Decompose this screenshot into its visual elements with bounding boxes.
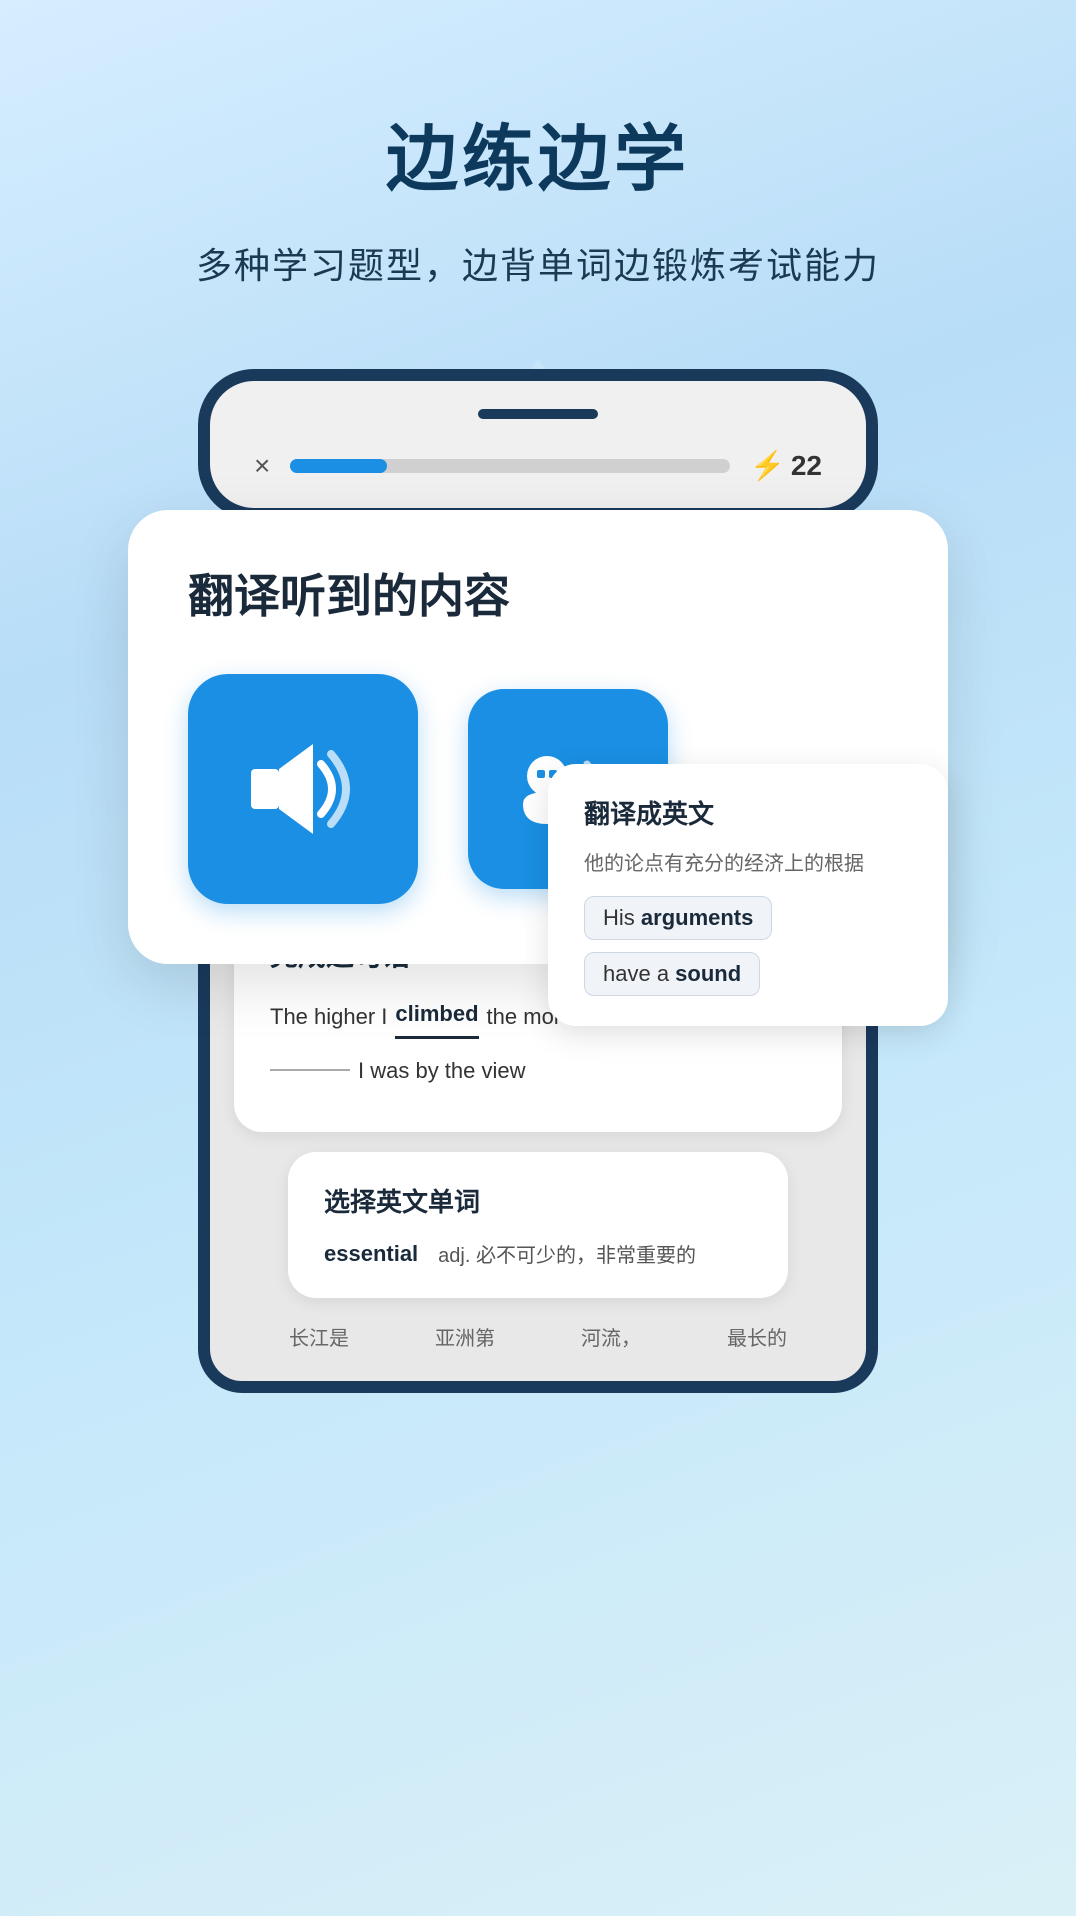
- sentence-underline: [270, 1069, 350, 1071]
- speaker-icon: [243, 739, 363, 839]
- subtitle: 多种学习题型，边背单词边锻炼考试能力: [196, 237, 880, 289]
- close-button[interactable]: ×: [254, 450, 270, 482]
- chip1-prefix: His: [603, 905, 641, 930]
- trans-card-title: 翻译成英文: [584, 794, 912, 831]
- phone-topbar: × ⚡ 22: [238, 439, 838, 492]
- phone-notch: [478, 409, 598, 419]
- sentence-part1: The higher I: [270, 997, 387, 1037]
- trans-subtitle: 他的论点有充分的经济上的根据: [584, 847, 912, 876]
- word-select-word[interactable]: essential: [324, 1241, 418, 1267]
- chip2-prefix: have a: [603, 961, 675, 986]
- progress-bar-container: [290, 459, 730, 473]
- word-chip-sound[interactable]: have a sound: [584, 952, 760, 996]
- strip-word-4: 最长的: [727, 1322, 787, 1351]
- score-area: ⚡ 22: [750, 449, 822, 482]
- chip2-bold: sound: [675, 961, 741, 986]
- word-select-title: 选择英文单词: [324, 1182, 752, 1219]
- word-select-card: 选择英文单词 essential adj. 必不可少的，非常重要的: [288, 1152, 788, 1298]
- translate-card-title: 翻译听到的内容: [188, 560, 888, 626]
- strip-word-2: 亚洲第: [435, 1322, 495, 1351]
- main-title: 边练边学: [386, 100, 690, 205]
- translation-card-wrapper: 翻译成英文 他的论点有充分的经济上的根据 His arguments have …: [548, 764, 948, 1026]
- score-value: 22: [791, 450, 822, 482]
- strip-word-3: 河流，: [581, 1322, 641, 1351]
- progress-bar-fill: [290, 459, 387, 473]
- word-select-row: essential adj. 必不可少的，非常重要的: [324, 1239, 752, 1268]
- word-chip-arguments[interactable]: His arguments: [584, 896, 772, 940]
- strip-word-1: 长江是: [289, 1322, 349, 1351]
- lightning-icon: ⚡: [750, 449, 785, 482]
- lower-section: 翻译成英文 他的论点有充分的经济上的根据 His arguments have …: [128, 944, 948, 1393]
- sentence-highlight-word: climbed: [395, 994, 478, 1039]
- word-chips-row: His arguments have a sound: [584, 896, 912, 996]
- sentence-line2-text: I was by the view: [358, 1051, 526, 1091]
- word-select-definition: adj. 必不可少的，非常重要的: [438, 1239, 696, 1268]
- bottom-strip: 长江是 亚洲第 河流， 最长的: [234, 1298, 842, 1351]
- speaker-button[interactable]: [188, 674, 418, 904]
- sentence-line-2: I was by the view: [270, 1051, 806, 1091]
- translation-card: 翻译成英文 他的论点有充分的经济上的根据 His arguments have …: [548, 764, 948, 1026]
- phone-mockup-area: × ⚡ 22 翻译听到的内容: [128, 369, 948, 1393]
- phone-frame: × ⚡ 22: [198, 369, 878, 520]
- chip1-bold: arguments: [641, 905, 753, 930]
